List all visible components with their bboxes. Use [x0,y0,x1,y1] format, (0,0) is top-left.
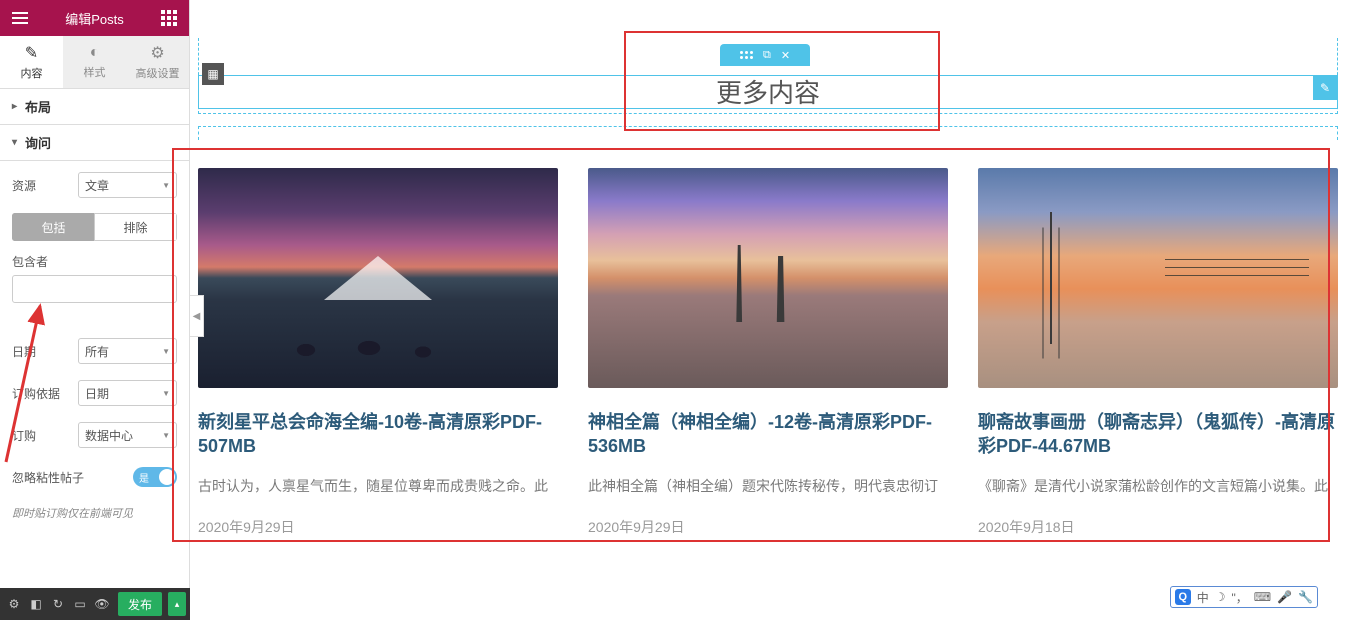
tab-label: 内容 [21,65,43,81]
chevron-right-icon: ▸ [12,101,17,112]
post-thumbnail [588,168,948,388]
tab-style[interactable]: ◐ 样式 [63,36,126,88]
editor-canvas: ◀ ▦ ⧉ ✕ 更多内容 ✎ 新刻星平总会命海全编-10卷-高清原彩PDF-50… [190,0,1346,620]
heading-text: 更多内容 [199,76,1337,110]
apps-button[interactable] [149,0,189,36]
sticky-label: 忽略粘性帖子 [12,469,127,486]
include-button[interactable]: 包括 [12,213,94,241]
post-thumbnail [198,168,558,388]
toggle-label: 是 [133,470,149,485]
settings-icon[interactable]: ⚙ [4,594,24,614]
section-label: 询问 [25,133,51,152]
post-date: 2020年9月29日 [198,517,558,537]
keyboard-icon[interactable]: ⌨ [1254,590,1271,604]
post-date: 2020年9月18日 [978,517,1338,537]
include-exclude-group: 包括 排除 [12,213,177,241]
order-label: 订购 [12,427,72,444]
post-excerpt: 此神相全篇（神相全编）题宋代陈抟秘传，明代袁忠彻订 [588,475,948,497]
select-value: 文章 [85,177,109,194]
sidebar-header: 编辑Posts [0,0,189,36]
order-select[interactable]: 数据中心 ▼ [78,422,177,448]
publish-label: 发布 [128,596,152,613]
contrast-icon: ◐ [90,44,100,62]
tool-icon[interactable]: 🔧 [1298,590,1313,604]
tab-label: 高级设置 [136,65,180,81]
widget-title: 编辑Posts [40,9,149,28]
sticky-note: 即时贴订购仅在前端可见 [12,503,177,523]
tab-content[interactable]: ✎ 内容 [0,36,63,88]
ime-punct[interactable]: "， [1232,589,1248,606]
responsive-icon[interactable]: ▭ [70,594,90,614]
close-icon[interactable]: ✕ [781,49,790,62]
panel-collapse-handle[interactable]: ◀ [190,295,204,337]
sticky-toggle[interactable]: 是 [133,467,177,487]
select-value: 数据中心 [85,427,133,444]
post-date: 2020年9月29日 [588,517,948,537]
menu-button[interactable] [0,0,40,36]
posts-grid: 新刻星平总会命海全编-10卷-高清原彩PDF-507MB 古时认为，人禀星气而生… [198,168,1338,537]
editor-tabs: ✎ 内容 ◐ 样式 ⚙ 高级设置 [0,36,189,89]
section-label: 布局 [25,97,51,116]
by-input[interactable] [12,275,177,303]
apps-grid-icon [161,10,177,26]
post-card[interactable]: 聊斋故事画册（聊斋志异）（鬼狐传）-高清原彩PDF-44.67MB 《聊斋》是清… [978,168,1338,537]
post-card[interactable]: 新刻星平总会命海全编-10卷-高清原彩PDF-507MB 古时认为，人禀星气而生… [198,168,558,537]
drag-icon[interactable] [740,51,753,59]
ime-logo-icon[interactable]: Q [1175,589,1191,605]
source-label: 资源 [12,177,72,194]
select-value: 所有 [85,343,109,360]
post-excerpt: 《聊斋》是清代小说家蒲松龄创作的文言短篇小说集。此 [978,475,1338,497]
heading-widget[interactable]: 更多内容 ✎ [198,75,1338,109]
publish-button[interactable]: 发布 [118,592,162,616]
ime-toolbar[interactable]: Q 中 ☽ "， ⌨ 🎤 🔧 [1170,586,1318,608]
sidebar-footer: ⚙ ◧ ↻ ▭ 👁 发布 ▴ [0,588,190,620]
date-select[interactable]: 所有 ▼ [78,338,177,364]
edit-heading-button[interactable]: ✎ [1313,76,1337,100]
post-title[interactable]: 聊斋故事画册（聊斋志异）（鬼狐传）-高清原彩PDF-44.67MB [978,410,1338,459]
source-select[interactable]: 文章 ▼ [78,172,177,198]
caret-down-icon: ▼ [162,431,170,440]
editor-sidebar: 编辑Posts ✎ 内容 ◐ 样式 ⚙ 高级设置 ▸ 布局 ▾ 询问 资源 [0,0,190,620]
pencil-icon: ✎ [25,43,38,63]
hamburger-icon [12,12,28,24]
section-layout-head[interactable]: ▸ 布局 [0,89,189,125]
select-value: 日期 [85,385,109,402]
publish-options[interactable]: ▴ [168,592,186,616]
by-label: 包含者 [12,253,177,270]
section-query-body: 资源 文章 ▼ 包括 排除 包含者 日期 [0,161,189,523]
caret-down-icon: ▼ [162,181,170,190]
preview-icon[interactable]: 👁 [92,594,112,614]
section-query-head[interactable]: ▾ 询问 [0,125,189,161]
widget-edit-handle: ⧉ ✕ [720,44,810,66]
gear-icon: ⚙ [150,43,164,63]
post-card[interactable]: 神相全篇（神相全编）-12卷-高清原彩PDF-536MB 此神相全篇（神相全编）… [588,168,948,537]
toggle-knob [159,469,175,485]
tab-advanced[interactable]: ⚙ 高级设置 [126,36,189,88]
caret-down-icon: ▼ [162,389,170,398]
moon-icon[interactable]: ☽ [1215,590,1226,604]
post-title[interactable]: 新刻星平总会命海全编-10卷-高清原彩PDF-507MB [198,410,558,459]
section-outline-2 [198,126,1338,140]
chevron-down-icon: ▾ [12,137,17,148]
orderby-label: 订购依据 [12,385,72,402]
post-title[interactable]: 神相全篇（神相全编）-12卷-高清原彩PDF-536MB [588,410,948,459]
history-icon[interactable]: ↻ [48,594,68,614]
date-label: 日期 [12,343,72,360]
duplicate-icon[interactable]: ⧉ [763,49,771,62]
caret-down-icon: ▼ [162,347,170,356]
post-excerpt: 古时认为，人禀星气而生，随星位尊卑而成贵贱之命。此 [198,475,558,497]
tab-label: 样式 [84,64,106,80]
orderby-select[interactable]: 日期 ▼ [78,380,177,406]
exclude-button[interactable]: 排除 [94,213,177,241]
navigator-icon[interactable]: ◧ [26,594,46,614]
ime-lang[interactable]: 中 [1197,589,1209,606]
post-thumbnail [978,168,1338,388]
column-handle[interactable]: ▦ [202,63,224,85]
mic-icon[interactable]: 🎤 [1277,590,1292,604]
